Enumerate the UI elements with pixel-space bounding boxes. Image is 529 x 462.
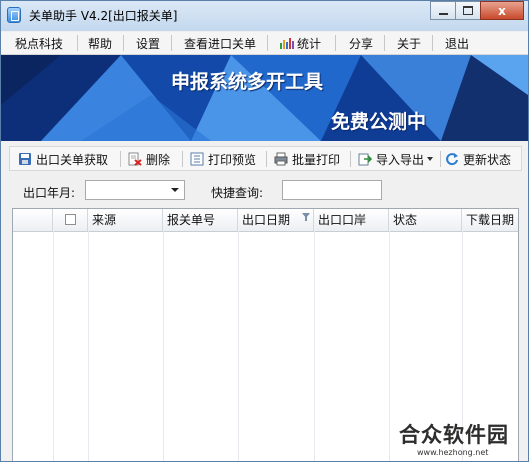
- print-preview-label: 打印预览: [208, 152, 257, 167]
- delete-doc-icon: [128, 152, 142, 166]
- select-all-checkbox[interactable]: [65, 214, 76, 225]
- column-divider: [238, 231, 239, 461]
- column-divider: [88, 231, 89, 461]
- menu-bar: 税点科技 帮助 设置 查看进口关单 统计 分享 关于 退出: [1, 32, 528, 55]
- menu-item-share[interactable]: 分享: [349, 35, 373, 52]
- quick-query-input[interactable]: [282, 180, 382, 200]
- menu-separator: [171, 35, 172, 51]
- print-preview-icon: [190, 152, 204, 166]
- column-header-status[interactable]: 状态: [389, 209, 462, 231]
- batch-print-button[interactable]: 批量打印: [274, 150, 340, 168]
- quick-query-label: 快捷查询:: [211, 186, 264, 200]
- menu-separator: [267, 35, 268, 51]
- app-window: 关单助手 V4.2[出口报关单] x 税点科技 帮助 设置 查看进口关单 统计 …: [0, 0, 529, 462]
- menu-separator: [432, 35, 433, 51]
- maximize-button[interactable]: [455, 1, 481, 20]
- menu-separator: [77, 35, 78, 51]
- toolbar-separator: [266, 151, 267, 167]
- toolbar-separator: [440, 151, 441, 167]
- import-export-icon: [358, 153, 372, 166]
- chevron-down-icon: [427, 157, 434, 161]
- window-title: 关单助手 V4.2[出口报关单]: [29, 9, 178, 23]
- toolbar-separator: [182, 151, 183, 167]
- menu-separator: [123, 35, 124, 51]
- menu-item-view-import[interactable]: 查看进口关单: [184, 35, 256, 52]
- menu-item-help[interactable]: 帮助: [88, 35, 112, 52]
- promo-banner: 申报系统多开工具 免费公测中: [1, 55, 528, 141]
- export-month-select[interactable]: [85, 180, 185, 200]
- menu-item-settings[interactable]: 设置: [136, 35, 160, 52]
- column-header-export-date[interactable]: 出口日期: [238, 209, 314, 231]
- save-disk-icon: [19, 153, 31, 165]
- refresh-icon: [446, 153, 458, 166]
- menu-item-about[interactable]: 关于: [397, 35, 421, 52]
- minimize-button[interactable]: [430, 1, 456, 20]
- update-status-button[interactable]: 更新状态: [445, 150, 511, 168]
- column-divider: [314, 231, 315, 461]
- export-month-label: 出口年月:: [23, 186, 76, 200]
- bar-chart-icon: [280, 38, 294, 49]
- toolbar-separator: [120, 151, 121, 167]
- title-bar[interactable]: 关单助手 V4.2[出口报关单] x: [1, 1, 528, 31]
- menu-separator: [335, 35, 336, 51]
- column-header-source[interactable]: 来源: [88, 209, 163, 231]
- site-watermark-url: www.hezhong.net: [417, 448, 489, 457]
- table-header: 来源 报关单号 出口日期 出口口岸 状态 下载日期: [13, 209, 518, 232]
- column-header-declaration-no[interactable]: 报关单号: [163, 209, 238, 231]
- column-header-export-port[interactable]: 出口口岸: [314, 209, 389, 231]
- toolbar-separator: [350, 151, 351, 167]
- row-indicator-header: [13, 209, 53, 231]
- menu-item-statistics-label: 统计: [297, 37, 322, 51]
- banner-subtitle: 免费公测中: [331, 111, 427, 133]
- menu-item-exit[interactable]: 退出: [445, 35, 469, 52]
- fetch-label: 出口关单获取: [36, 152, 109, 167]
- menu-item-statistics[interactable]: 统计: [280, 35, 321, 52]
- window-controls: x: [430, 1, 524, 21]
- site-watermark: 合众软件园: [399, 423, 509, 447]
- delete-button[interactable]: 删除: [128, 150, 170, 168]
- close-button[interactable]: x: [480, 1, 524, 20]
- fetch-export-declaration-button[interactable]: 出口关单获取: [18, 150, 108, 168]
- printer-icon: [274, 152, 288, 166]
- batch-print-label: 批量打印: [292, 152, 341, 167]
- update-status-label: 更新状态: [463, 152, 512, 167]
- menu-separator: [384, 35, 385, 51]
- banner-title: 申报系统多开工具: [171, 71, 324, 93]
- import-export-label: 导入导出: [376, 152, 425, 167]
- app-logo-icon: [7, 7, 21, 23]
- column-divider: [389, 231, 390, 461]
- menu-item-company[interactable]: 税点科技: [15, 35, 63, 52]
- filter-icon[interactable]: [302, 213, 310, 221]
- column-divider: [163, 231, 164, 461]
- delete-label: 删除: [146, 152, 171, 167]
- toolbar: 出口关单获取 删除 打印预览 批量打印 导入导出 更新状态: [9, 146, 522, 171]
- import-export-dropdown[interactable]: 导入导出: [358, 150, 434, 168]
- select-all-header: [53, 209, 88, 231]
- close-icon: x: [498, 3, 506, 18]
- column-divider: [53, 231, 54, 461]
- chevron-down-icon: [171, 188, 179, 192]
- print-preview-button[interactable]: 打印预览: [190, 150, 256, 168]
- column-header-download-date[interactable]: 下载日期: [462, 209, 518, 231]
- export-date-header-label: 出口日期: [242, 213, 291, 227]
